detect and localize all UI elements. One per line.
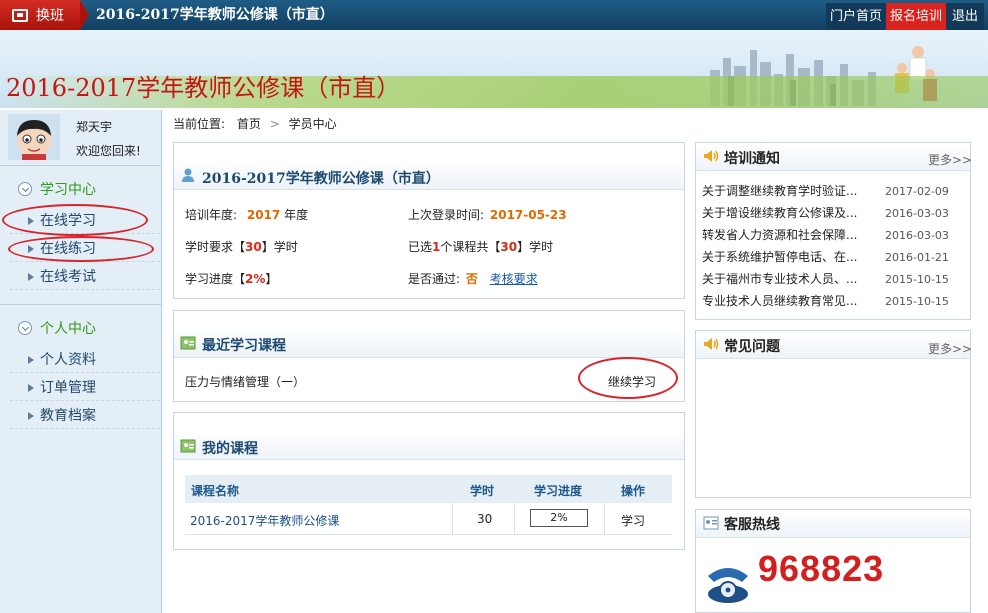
switch-class-button[interactable]: 换班 [0, 0, 80, 30]
list-item[interactable]: 转发省人力资源和社会保障... 2016-03-03 [702, 224, 964, 246]
course-progress-box: 2% [530, 509, 588, 527]
switch-icon [12, 8, 28, 22]
nav-portal-home[interactable]: 门户首页 [826, 3, 886, 30]
switch-label: 换班 [36, 8, 64, 24]
list-item[interactable]: 关于系统维护暂停电话、在... 2016-01-21 [702, 246, 964, 268]
hotline-title: 客服热线 [724, 517, 780, 533]
col-divider [452, 503, 453, 535]
speaker-icon [704, 338, 719, 350]
my-courses-table-header [185, 475, 672, 503]
breadcrumb-home[interactable]: 首页 [237, 117, 261, 131]
last-login: 上次登录时间: 2017-05-23 [408, 208, 567, 222]
col-hours: 学时 [470, 484, 495, 498]
breadcrumb: 当前位置: 首页 > 学员中心 [173, 117, 337, 131]
recent-course-name[interactable]: 压力与情绪管理（一） [185, 373, 305, 390]
notice-title: 培训通知 [724, 151, 780, 167]
arrow-right-icon [28, 356, 34, 364]
training-year: 培训年度: 2017 年度 [185, 208, 309, 222]
faq-title: 常见问题 [724, 339, 780, 355]
avatar [8, 114, 60, 160]
hours-requirement: 学时要求【30】学时 [185, 240, 298, 254]
contact-card-icon [703, 516, 719, 530]
study-progress: 学习进度【2%】 [185, 272, 278, 286]
pass-status-value: 否 [465, 272, 478, 286]
arrow-right-icon [28, 412, 34, 420]
sidebar-separator [0, 304, 162, 305]
list-item[interactable]: 关于调整继续教育学时验证... 2017-02-09 [702, 180, 964, 202]
hotline-number: 968823 [758, 548, 885, 589]
breadcrumb-current: 学员中心 [288, 117, 337, 131]
arrow-right-icon [28, 384, 34, 392]
col-course-name: 课程名称 [191, 484, 240, 498]
collapse-icon [18, 321, 32, 335]
course-hours: 30 [477, 512, 493, 526]
contact-card-icon [180, 439, 196, 453]
user-name: 郑天宇 [76, 120, 113, 134]
col-divider [604, 503, 605, 535]
recent-course-title: 最近学习课程 [202, 338, 286, 354]
speaker-icon [704, 150, 719, 162]
list-item[interactable]: 关于增设继续教育公修课及... 2016-03-03 [702, 202, 964, 224]
faq-more-link[interactable]: 更多>> [928, 340, 972, 357]
nav-register-training[interactable]: 报名培训 [886, 3, 946, 30]
top-course-title: 2016-2017学年教师公修课（市直） [96, 7, 334, 23]
nav-logout[interactable]: 退出 [946, 3, 984, 30]
collapse-icon [18, 182, 32, 196]
personal-center-header[interactable]: 个人中心 [18, 318, 96, 338]
contact-card-icon [180, 336, 196, 350]
study-center-header[interactable]: 学习中心 [18, 179, 96, 199]
annotation-oval-online-practice [8, 236, 154, 262]
welcome-text: 欢迎您回来! [76, 144, 141, 158]
col-divider [514, 503, 515, 535]
arrow-right-icon [28, 273, 34, 281]
sidebar-item-orders[interactable]: 订单管理 [10, 375, 160, 401]
sidebar-item-education-archive[interactable]: 教育档案 [10, 403, 160, 429]
col-progress: 学习进度 [534, 484, 583, 498]
annotation-oval-continue [578, 357, 678, 399]
pass-status: 是否通过: 否 考核要求 [408, 272, 538, 286]
selected-courses: 已选1个课程共【30】学时 [408, 240, 554, 254]
sidebar-item-online-exam[interactable]: 在线考试 [10, 264, 160, 290]
course-info-title: 2016-2017学年教师公修课（市直） [202, 171, 440, 187]
study-action-link[interactable]: 学习 [621, 512, 645, 529]
sidebar-item-profile[interactable]: 个人资料 [10, 347, 160, 373]
notice-more-link[interactable]: 更多>> [928, 151, 972, 168]
list-item[interactable]: 关于福州市专业技术人员、... 2015-10-15 [702, 268, 964, 290]
course-name-link[interactable]: 2016-2017学年教师公修课 [190, 512, 339, 529]
switch-arrow-notch [80, 0, 89, 30]
banner-title: 2016-2017学年教师公修课（市直） [6, 74, 401, 102]
my-courses-title: 我的课程 [202, 441, 258, 457]
list-item[interactable]: 专业技术人员继续教育常见... 2015-10-15 [702, 290, 964, 312]
user-icon [182, 168, 194, 182]
col-action: 操作 [621, 484, 646, 498]
telephone-icon [708, 568, 748, 603]
notice-list: 关于调整继续教育学时验证... 2017-02-09 关于增设继续教育公修课及..… [702, 180, 964, 312]
annotation-oval-online-study [2, 204, 148, 236]
assessment-requirement-link[interactable]: 考核要求 [490, 272, 538, 286]
